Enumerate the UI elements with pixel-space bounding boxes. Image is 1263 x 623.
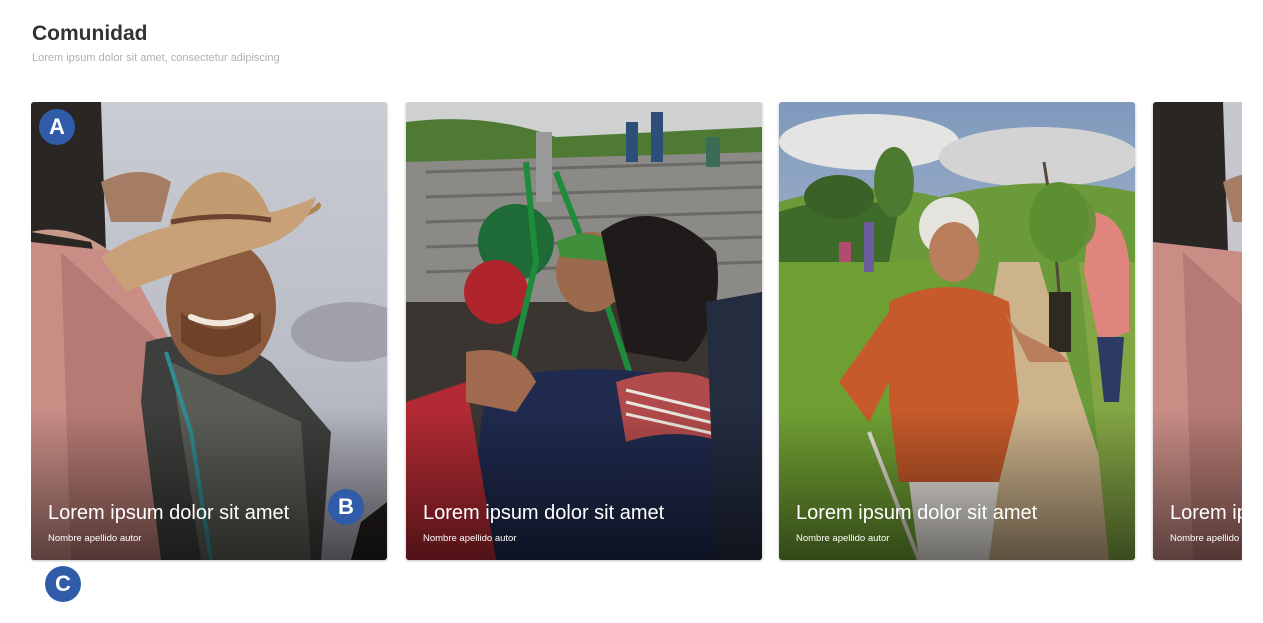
card-title[interactable]: Lorem ipsum dolor sit amet (796, 502, 1037, 525)
annotation-marker-b: B (328, 489, 364, 525)
card-title[interactable]: Lorem ipsum dolor sit amet (423, 502, 664, 525)
card-author: Nombre apellido autor (423, 533, 517, 544)
page-title: Comunidad (32, 22, 148, 45)
card-title[interactable]: Lorem ipsum dolor sit amet (48, 502, 289, 525)
annotation-marker-c: C (45, 566, 81, 602)
annotation-marker-a: A (39, 109, 75, 145)
card-title[interactable]: Lorem ipsum dolor sit amet (1170, 502, 1242, 525)
page-subtitle: Lorem ipsum dolor sit amet, consectetur … (32, 52, 280, 64)
card-author: Nombre apellido autor (796, 533, 890, 544)
card-carousel[interactable]: Lorem ipsum dolor sit amet Nombre apelli… (31, 102, 1242, 562)
story-card[interactable]: Lorem ipsum dolor sit amet Nombre apelli… (31, 102, 387, 560)
card-author: Nombre apellido autor (48, 533, 142, 544)
story-card[interactable]: Lorem ipsum dolor sit amet Nombre apelli… (779, 102, 1135, 560)
story-card[interactable]: Lorem ipsum dolor sit amet Nombre apelli… (406, 102, 762, 560)
card-author: Nombre apellido autor (1170, 533, 1242, 544)
story-card[interactable]: Lorem ipsum dolor sit amet Nombre apelli… (1153, 102, 1242, 560)
